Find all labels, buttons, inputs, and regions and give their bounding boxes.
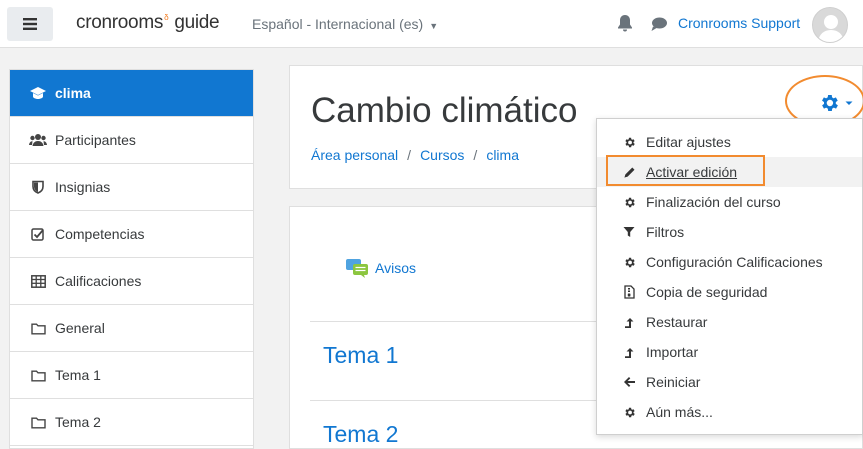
- hamburger-icon: [23, 18, 37, 30]
- sidebar-item-course[interactable]: clima: [10, 70, 253, 117]
- sidebar-item-competencies[interactable]: Competencias: [10, 211, 253, 258]
- users-icon: [29, 132, 47, 148]
- menu-item-more[interactable]: Aún más...: [597, 397, 862, 427]
- sidebar-item-tema-2[interactable]: Tema 2: [10, 399, 253, 446]
- gear-icon: [622, 255, 636, 269]
- menu-item-label: Copia de seguridad: [646, 284, 768, 300]
- sidebar-item-label: clima: [55, 85, 91, 101]
- menu-item-label: Restaurar: [646, 314, 708, 330]
- menu-item-label: Importar: [646, 344, 699, 360]
- logo-text: cronrooms: [76, 12, 164, 33]
- sidebar-item-grades[interactable]: Calificaciones: [10, 258, 253, 305]
- sidebar-item-label: General: [55, 320, 105, 336]
- sidebar-item-general[interactable]: General: [10, 305, 253, 352]
- menu-item-label: Reiniciar: [646, 374, 701, 390]
- sidebar-item-label: Tema 2: [55, 414, 101, 430]
- sidebar-item-participants[interactable]: Participantes: [10, 117, 253, 164]
- top-navbar: cronroomsᵟ guide Español - Internacional …: [0, 0, 863, 48]
- breadcrumb: Área personal / Cursos / clima: [311, 147, 519, 163]
- arrow-left-icon: [622, 375, 636, 389]
- folder-icon: [29, 367, 47, 383]
- highlight-box-annotation: [606, 155, 765, 186]
- bell-icon[interactable]: [616, 14, 634, 34]
- announcements-link[interactable]: Avisos: [345, 257, 416, 279]
- course-navigation-sidebar: clima Participantes Insignias Competenci…: [9, 69, 254, 449]
- sidebar-item-badges[interactable]: Insignias: [10, 164, 253, 211]
- menu-item-edit-settings[interactable]: Editar ajustes: [597, 127, 862, 157]
- menu-item-label: Configuración Calificaciones: [646, 254, 823, 270]
- sidebar-item-label: Tema 1: [55, 367, 101, 383]
- table-icon: [29, 273, 47, 289]
- folder-icon: [29, 320, 47, 336]
- page-title: Cambio climático: [311, 91, 578, 130]
- avatar-placeholder-icon: [818, 15, 844, 42]
- folder-icon: [29, 414, 47, 430]
- menu-item-restore[interactable]: Restaurar: [597, 307, 862, 337]
- gear-icon: [622, 405, 636, 419]
- user-avatar[interactable]: [812, 7, 848, 43]
- checkbox-icon: [29, 226, 47, 242]
- gear-icon: [622, 135, 636, 149]
- language-label: Español - Internacional (es): [252, 16, 424, 32]
- menu-item-course-completion[interactable]: Finalización del curso: [597, 187, 862, 217]
- sidebar-item-label: Competencias: [55, 226, 145, 242]
- menu-item-label: Filtros: [646, 224, 685, 240]
- sidebar-item-tema-1[interactable]: Tema 1: [10, 352, 253, 399]
- graduation-cap-icon: [29, 85, 47, 101]
- site-logo[interactable]: cronroomsᵟ guide: [76, 12, 220, 34]
- announcements-label: Avisos: [375, 260, 416, 276]
- breadcrumb-item-course[interactable]: clima: [486, 147, 519, 163]
- sidebar-item-label: Participantes: [55, 132, 136, 148]
- section-title-tema-1[interactable]: Tema 1: [323, 342, 398, 369]
- menu-item-gradebook-setup[interactable]: Configuración Calificaciones: [597, 247, 862, 277]
- breadcrumb-separator: /: [407, 147, 412, 163]
- menu-item-label: Finalización del curso: [646, 194, 781, 210]
- section-title-tema-2[interactable]: Tema 2: [323, 421, 398, 448]
- menu-item-filters[interactable]: Filtros: [597, 217, 862, 247]
- sidebar-item-label: Calificaciones: [55, 273, 142, 289]
- sidebar-item-label: Insignias: [55, 179, 111, 195]
- level-up-icon: [622, 315, 636, 329]
- menu-item-label: Editar ajustes: [646, 134, 731, 150]
- shield-icon: [29, 179, 47, 195]
- gear-icon: [622, 195, 636, 209]
- menu-item-reset[interactable]: Reiniciar: [597, 367, 862, 397]
- file-archive-icon: [622, 285, 636, 299]
- nav-drawer-toggle-button[interactable]: [7, 7, 53, 41]
- caret-down-icon: ▼: [429, 21, 439, 31]
- logo-swirl-icon: ᵟ: [164, 12, 169, 26]
- menu-item-backup[interactable]: Copia de seguridad: [597, 277, 862, 307]
- language-selector[interactable]: Español - Internacional (es) ▼: [252, 16, 438, 32]
- menu-item-import[interactable]: Importar: [597, 337, 862, 367]
- filter-icon: [622, 225, 636, 239]
- level-up-icon: [622, 345, 636, 359]
- menu-item-label: Aún más...: [646, 404, 713, 420]
- logo-suffix: guide: [174, 12, 220, 33]
- chat-icon[interactable]: [650, 16, 668, 32]
- breadcrumb-separator: /: [473, 147, 478, 163]
- user-menu-name[interactable]: Cronrooms Support: [678, 15, 800, 31]
- breadcrumb-item-home[interactable]: Área personal: [311, 147, 398, 163]
- forum-icon: [346, 259, 368, 278]
- breadcrumb-item-courses[interactable]: Cursos: [420, 147, 464, 163]
